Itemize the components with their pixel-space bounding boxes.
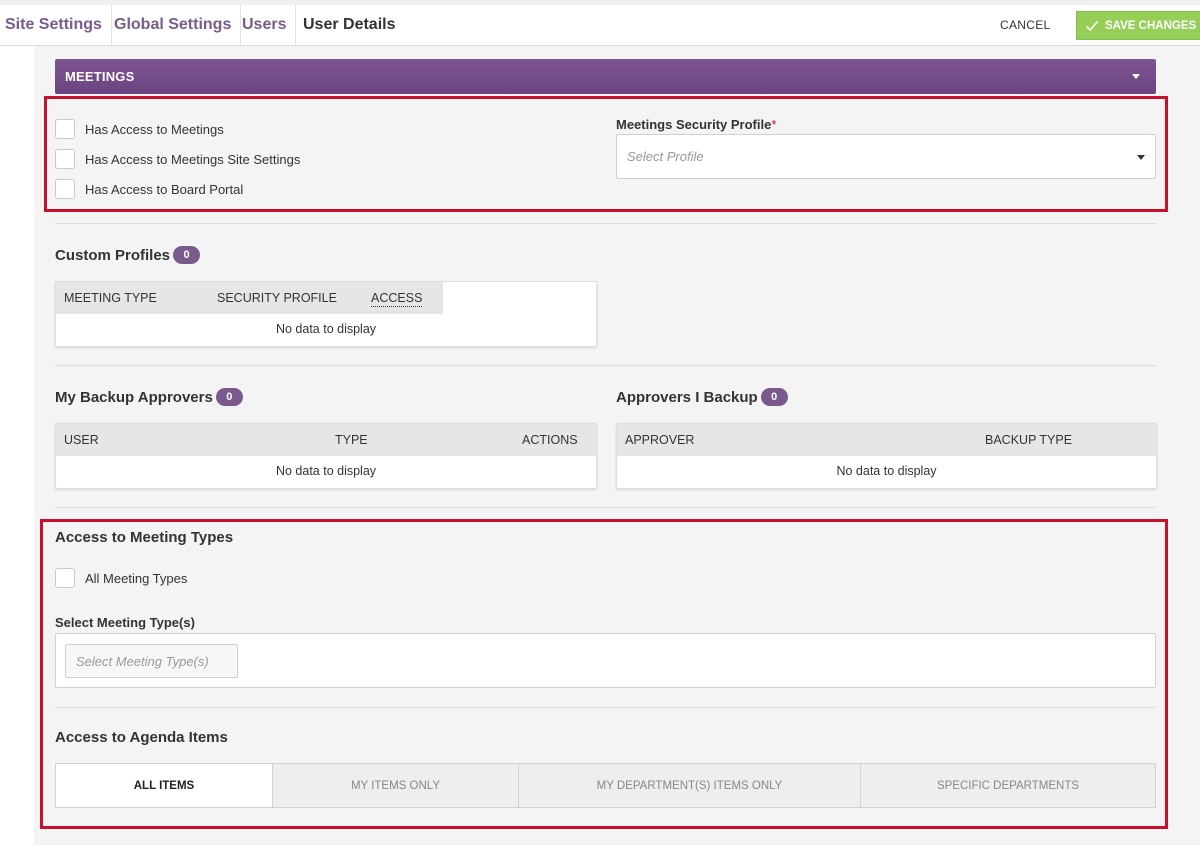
custom-profiles-grid-header: MEETING TYPE SECURITY PROFILE ACCESS [56, 282, 443, 314]
breadcrumb-user-details: User Details [303, 16, 396, 33]
all-meeting-types-label: All Meeting Types [85, 570, 188, 586]
approvers-i-backup-title-text: Approvers I Backup [616, 388, 758, 406]
column-header-type[interactable]: TYPE [335, 424, 368, 456]
has-access-board-portal-row[interactable]: Has Access to Board Portal [55, 179, 243, 199]
backup-approvers-empty-text: No data to display [275, 464, 377, 478]
save-changes-label: SAVE CHANGES [1105, 19, 1197, 32]
meetings-section-title: MEETINGS [65, 69, 135, 84]
has-access-meetings-row[interactable]: Has Access to Meetings [55, 119, 224, 139]
custom-profiles-title-text: Custom Profiles [55, 246, 171, 264]
column-header-backup-type[interactable]: BACKUP TYPE [985, 424, 1072, 456]
custom-profiles-empty-text: No data to display [275, 322, 377, 336]
column-header-security-profile[interactable]: SECURITY PROFILE [217, 282, 337, 314]
approvers-i-backup-grid-header: APPROVER BACKUP TYPE [617, 424, 1156, 456]
divider [55, 365, 1156, 366]
backup-approvers-grid: USER TYPE ACTIONS No data to display [55, 423, 597, 489]
chevron-down-icon [1137, 154, 1145, 160]
divider [55, 707, 1156, 708]
has-access-meetings-checkbox[interactable] [55, 119, 75, 139]
column-header-user[interactable]: USER [64, 424, 99, 456]
backup-approvers-count-badge: 0 [215, 388, 243, 406]
meeting-types-input[interactable] [65, 644, 238, 678]
access-agenda-items-title: Access to Agenda Items [55, 729, 228, 746]
column-header-approver[interactable]: APPROVER [625, 424, 694, 456]
column-header-access[interactable]: ACCESS [371, 290, 423, 307]
breadcrumb-users[interactable]: Users [233, 5, 297, 45]
check-icon [1085, 20, 1099, 31]
has-access-meetings-label: Has Access to Meetings [85, 121, 224, 137]
all-meeting-types-checkbox[interactable] [55, 568, 75, 588]
tab-all-items[interactable]: ALL ITEMS [56, 764, 273, 807]
custom-profiles-count-badge: 0 [173, 246, 201, 264]
meetings-security-profile-label: Meetings Security Profile* [616, 117, 776, 132]
required-mark: * [771, 117, 777, 132]
has-access-meetings-site-settings-row[interactable]: Has Access to Meetings Site Settings [55, 149, 300, 169]
tab-my-departments-items-only[interactable]: MY DEPARTMENT(S) ITEMS ONLY [519, 764, 861, 807]
agenda-items-tabs: ALL ITEMS MY ITEMS ONLY MY DEPARTMENT(S)… [55, 763, 1156, 808]
column-header-actions[interactable]: ACTIONS [522, 424, 578, 456]
meetings-section-header[interactable]: MEETINGS [55, 59, 1156, 94]
breadcrumb-site-settings[interactable]: Site Settings [0, 5, 112, 45]
save-changes-button[interactable]: SAVE CHANGES [1076, 11, 1200, 40]
breadcrumb-global-settings[interactable]: Global Settings [105, 5, 242, 45]
cancel-button[interactable]: CANCEL [1000, 5, 1050, 45]
approvers-i-backup-empty-text: No data to display [836, 464, 937, 478]
access-meeting-types-title: Access to Meeting Types [55, 529, 234, 546]
tab-specific-departments[interactable]: SPECIFIC DEPARTMENTS [861, 764, 1155, 807]
meetings-security-profile-select[interactable]: Select Profile [616, 134, 1156, 179]
tab-my-items-only[interactable]: MY ITEMS ONLY [273, 764, 519, 807]
has-access-board-portal-checkbox[interactable] [55, 179, 75, 199]
backup-approvers-title: My Backup Approvers 0 [55, 388, 243, 406]
column-header-meeting-type[interactable]: MEETING TYPE [64, 282, 157, 314]
select-profile-placeholder: Select Profile [627, 149, 704, 164]
divider [55, 223, 1156, 224]
custom-profiles-grid: MEETING TYPE SECURITY PROFILE ACCESS No … [55, 281, 597, 347]
top-bar: Site Settings Global Settings Users User… [0, 0, 1200, 46]
backup-approvers-grid-header: USER TYPE ACTIONS [56, 424, 596, 456]
chevron-down-icon [1132, 74, 1140, 79]
has-access-meetings-site-settings-label: Has Access to Meetings Site Settings [85, 151, 301, 167]
has-access-board-portal-label: Has Access to Board Portal [85, 181, 244, 197]
divider [55, 507, 1156, 508]
all-meeting-types-row[interactable]: All Meeting Types [55, 568, 187, 588]
backup-approvers-title-text: My Backup Approvers [55, 388, 213, 406]
approvers-i-backup-count-badge: 0 [760, 388, 788, 406]
approvers-i-backup-title: Approvers I Backup 0 [616, 388, 788, 406]
select-meeting-types-label: Select Meeting Type(s) [55, 615, 195, 630]
custom-profiles-title: Custom Profiles 0 [55, 246, 201, 264]
meetings-security-profile-text: Meetings Security Profile [616, 117, 772, 132]
approvers-i-backup-grid: APPROVER BACKUP TYPE No data to display [616, 423, 1157, 489]
has-access-meetings-site-settings-checkbox[interactable] [55, 149, 75, 169]
meeting-types-tag-field[interactable] [55, 633, 1156, 688]
